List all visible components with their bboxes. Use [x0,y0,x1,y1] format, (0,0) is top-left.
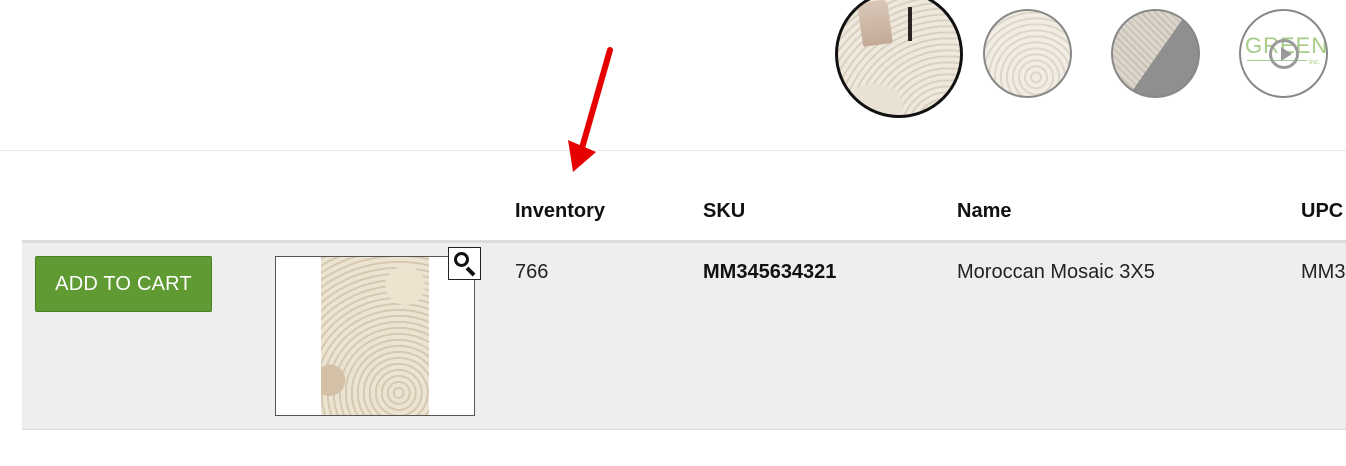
table-row: ADD TO CART 766 MM345634321 Moroccan Mos… [22,243,1346,430]
image-thumbnails: GREEN Inc. [0,0,1346,150]
magnifier-icon [454,252,469,267]
play-icon[interactable] [1269,39,1299,69]
inventory-value: 766 [515,261,549,283]
rug-image [321,257,429,415]
upc-value: MM345634321 [1301,261,1346,283]
thumbnail-rug-backing[interactable] [1111,9,1200,98]
product-name: Moroccan Mosaic 3X5 [957,261,1155,283]
table-header: Inventory SKU Name UPC [22,190,1346,240]
column-header-upc[interactable]: UPC [1301,200,1343,223]
thumbnail-room-scene[interactable] [835,0,963,118]
thumbnail-video[interactable]: GREEN Inc. [1239,9,1328,98]
thumbnail-rug-closeup[interactable] [983,9,1072,98]
zoom-button[interactable] [448,247,481,280]
section-divider [0,150,1346,151]
column-header-inventory[interactable]: Inventory [515,200,605,223]
product-image[interactable] [275,256,475,416]
add-to-cart-button[interactable]: ADD TO CART [35,256,212,312]
column-header-sku[interactable]: SKU [703,200,745,223]
column-header-name[interactable]: Name [957,200,1011,223]
video-brand-subtext: Inc. [1309,59,1321,66]
sku-value: MM345634321 [703,261,837,283]
red-arrow-icon [568,47,613,172]
